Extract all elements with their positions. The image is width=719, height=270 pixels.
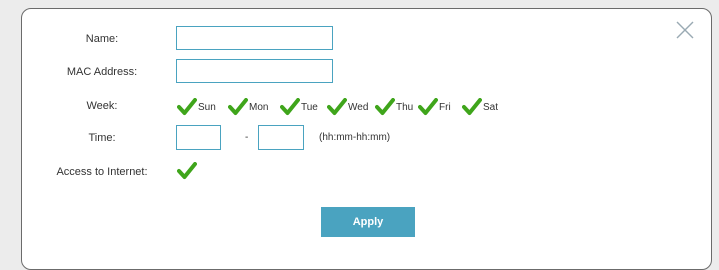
day-label-wed: Wed — [348, 101, 369, 113]
internet-access-label: Access to Internet: — [56, 166, 148, 178]
checkmark-icon — [462, 98, 482, 115]
checkmark-icon — [375, 98, 395, 115]
time-separator: - — [245, 132, 249, 143]
checkmark-icon — [418, 98, 438, 115]
day-label-sat: Sat — [483, 101, 499, 113]
name-input[interactable] — [176, 26, 333, 50]
time-start-input[interactable] — [176, 125, 221, 150]
mac-address-label: MAC Address: — [66, 66, 138, 78]
day-checkbox-sun[interactable]: Sun — [177, 97, 216, 117]
day-label-sun: Sun — [198, 101, 216, 113]
day-checkbox-sat[interactable]: Sat — [462, 97, 498, 117]
day-checkbox-fri[interactable]: Fri — [418, 97, 451, 117]
day-checkbox-wed[interactable]: Wed — [327, 97, 368, 117]
checkmark-icon — [228, 98, 248, 115]
checkmark-icon — [177, 98, 197, 115]
week-label: Week: — [86, 100, 118, 112]
name-label: Name: — [85, 33, 119, 45]
close-icon[interactable] — [676, 21, 694, 39]
time-label: Time: — [88, 132, 116, 144]
schedule-dialog: Name: MAC Address: Week: Sun Mon Tue Wed… — [21, 8, 712, 270]
time-end-input[interactable] — [258, 125, 304, 150]
day-checkbox-tue[interactable]: Tue — [280, 97, 318, 117]
apply-button[interactable]: Apply — [321, 207, 415, 237]
checkmark-icon — [177, 162, 197, 179]
internet-access-checkbox[interactable] — [177, 162, 197, 180]
day-checkbox-thu[interactable]: Thu — [375, 97, 413, 117]
day-label-fri: Fri — [439, 101, 451, 113]
checkmark-icon — [327, 98, 347, 115]
day-label-mon: Mon — [249, 101, 269, 113]
mac-address-input[interactable] — [176, 59, 333, 83]
day-checkbox-mon[interactable]: Mon — [228, 97, 268, 117]
time-format-hint: (hh:mm-hh:mm) — [319, 132, 391, 143]
checkmark-icon — [280, 98, 300, 115]
day-label-tue: Tue — [301, 101, 318, 113]
day-label-thu: Thu — [396, 101, 414, 113]
